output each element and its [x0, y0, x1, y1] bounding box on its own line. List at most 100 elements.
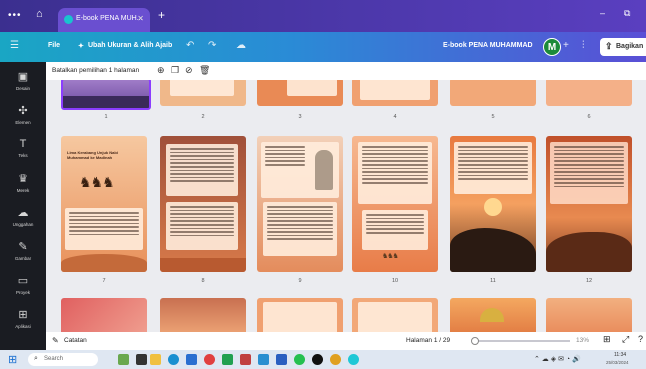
page-number: 4 — [393, 114, 397, 120]
hide-page-icon[interactable]: ⊘ — [185, 65, 193, 76]
page-thumbnail-8[interactable] — [160, 136, 246, 272]
duplicate-icon[interactable]: ❐ — [171, 65, 179, 76]
page-thumbnail-13[interactable] — [61, 298, 147, 332]
page-indicator[interactable]: Halaman 1 / 29 — [406, 337, 450, 344]
page-thumbnail-7[interactable]: Lima Kerabang Unjuk Nabi Muhammad ke Mad… — [61, 136, 147, 272]
word-icon[interactable] — [186, 354, 197, 365]
taskbar-search[interactable]: ⌕ Search — [28, 353, 98, 366]
file-menu[interactable]: File — [48, 42, 60, 49]
add-collaborator-icon[interactable]: + — [563, 40, 569, 51]
page-thumbnail-2[interactable] — [160, 80, 246, 106]
avatar[interactable]: M — [543, 38, 561, 56]
sidebar-item-design[interactable]: ▣ Desain — [0, 66, 46, 100]
page-thumbnail-9[interactable] — [257, 136, 343, 272]
undo-icon[interactable]: ↶ — [186, 40, 194, 51]
camel-silhouette-icon: ♞♞♞ — [79, 174, 115, 190]
page-number: 7 — [102, 278, 106, 284]
shapes-icon: ✣ — [18, 105, 28, 117]
star-icon: ✦ — [78, 43, 84, 50]
browser-tab[interactable]: E-book PENA MUH... ✕ — [58, 8, 150, 32]
home-icon[interactable]: ⌂ — [36, 8, 43, 20]
grid-view-icon[interactable]: ⊞ — [603, 334, 611, 345]
page-number: 8 — [201, 278, 205, 284]
page-thumbnail-6[interactable] — [546, 80, 632, 106]
chrome-profile-icon[interactable] — [330, 354, 341, 365]
deselect-page-label[interactable]: Batalkan pemilihan 1 halaman — [52, 67, 139, 74]
minimize-button[interactable]: – — [600, 8, 605, 18]
document-title[interactable]: E-book PENA MUHAMMAD — [443, 42, 533, 49]
zoom-slider-handle[interactable] — [471, 337, 479, 345]
editor-toolbar: ☰ File ✦ Ubah Ukuran & Alih Ajaib ↶ ↷ ☁ … — [0, 32, 646, 62]
sidebar-item-projects[interactable]: ▭ Proyek — [0, 270, 46, 304]
draw-icon: ✎ — [18, 241, 28, 253]
canva-favicon-icon — [64, 15, 73, 24]
share-button[interactable]: ⇪ Bagikan — [600, 38, 646, 56]
resize-menu[interactable]: Ubah Ukuran & Alih Ajaib — [88, 42, 172, 49]
sidebar-item-elements[interactable]: ✣ Elemen — [0, 100, 46, 134]
page-thumbnail-16[interactable] — [352, 298, 438, 332]
chrome-icon[interactable] — [204, 354, 215, 365]
system-tray-icons[interactable]: ⌃ ☁ ◈ ✉ ◔ 🔊 — [534, 355, 581, 363]
trash-icon[interactable]: 🗑 — [199, 65, 210, 76]
redo-icon[interactable]: ↷ — [208, 40, 216, 51]
weather-icon[interactable] — [118, 354, 129, 365]
help-icon[interactable]: ? — [638, 334, 643, 344]
edge-browser-icon[interactable] — [168, 354, 179, 365]
zoom-level[interactable]: 13% — [576, 337, 589, 344]
clock-time[interactable]: 11:34 — [614, 352, 626, 358]
zoom-slider[interactable] — [471, 337, 570, 345]
sidebar-item-apps[interactable]: ⊞ Aplikasi — [0, 304, 46, 338]
brand-icon: ♛ — [18, 173, 28, 185]
page-thumbnail-11[interactable] — [450, 136, 536, 272]
page-thumbnail-4[interactable] — [352, 80, 438, 106]
task-view-icon[interactable] — [136, 354, 147, 365]
cloud-upload-icon: ☁ — [17, 207, 29, 219]
page-thumbnail-15[interactable] — [257, 298, 343, 332]
page-number: 12 — [585, 278, 593, 284]
notes-button[interactable]: Catatan — [64, 337, 87, 344]
browser-tab-bar: ••• ⌂ E-book PENA MUH... ✕ + – ⧉ — [0, 0, 646, 32]
page-thumbnail-14[interactable] — [160, 298, 246, 332]
excel-icon[interactable] — [222, 354, 233, 365]
sidebar-item-brand[interactable]: ♛ Merek — [0, 168, 46, 202]
powerpoint-icon[interactable] — [240, 354, 251, 365]
add-page-icon[interactable]: ⊕ — [157, 65, 165, 76]
browser-menu-icon[interactable]: ••• — [8, 10, 22, 21]
page-thumbnail-18[interactable] — [546, 298, 632, 332]
hamburger-menu-icon[interactable]: ☰ — [10, 40, 19, 51]
windows-start-icon[interactable]: ⊞ — [8, 353, 17, 366]
store-icon[interactable] — [258, 354, 269, 365]
search-icon: ⌕ — [34, 355, 38, 362]
sidebar-item-uploads[interactable]: ☁ Unggahan — [0, 202, 46, 236]
canva-icon[interactable] — [348, 354, 359, 365]
restore-button[interactable]: ⧉ — [624, 8, 630, 19]
page-number: 10 — [391, 278, 399, 284]
os-taskbar: ⊞ ⌕ Search ⌃ ☁ ◈ ✉ ◔ 🔊 11:34 25/03/2024 — [0, 350, 646, 369]
search-placeholder: Search — [44, 356, 64, 362]
page-thumbnail-1[interactable] — [61, 80, 151, 110]
page-thumbnail-3[interactable] — [257, 80, 343, 106]
notes-icon[interactable]: ✎ — [52, 336, 59, 345]
page-number: 11 — [490, 278, 496, 284]
page-grid: 1 2 3 4 5 6 Lima Kerabang Unjuk Nabi Muh… — [46, 80, 646, 332]
fullscreen-icon[interactable]: ⤢ — [622, 334, 629, 345]
outlook-icon[interactable] — [276, 354, 287, 365]
clock-date[interactable]: 25/03/2024 — [606, 360, 629, 365]
side-panel: ▣ Desain ✣ Elemen T Teks ♛ Merek ☁ Ungga… — [0, 62, 46, 350]
tiktok-icon[interactable] — [312, 354, 323, 365]
close-tab-icon[interactable]: ✕ — [137, 14, 144, 23]
page-thumbnail-17[interactable] — [450, 298, 536, 332]
sidebar-item-text[interactable]: T Teks — [0, 134, 46, 168]
page-thumbnail-5[interactable] — [450, 80, 536, 106]
whatsapp-icon[interactable] — [294, 354, 305, 365]
file-explorer-icon[interactable] — [150, 354, 161, 365]
text-icon: T — [19, 138, 27, 150]
analytics-icon[interactable]: ⫶ — [582, 40, 585, 51]
sidebar-item-draw[interactable]: ✎ Gambar — [0, 236, 46, 270]
page-thumbnail-12[interactable] — [546, 136, 632, 272]
page-number: 1 — [104, 114, 108, 120]
page-thumbnail-10[interactable]: ♞♞♞ — [352, 136, 438, 272]
new-tab-icon[interactable]: + — [158, 8, 165, 22]
folder-icon: ▭ — [17, 275, 29, 287]
cloud-save-icon[interactable]: ☁ — [236, 40, 246, 51]
